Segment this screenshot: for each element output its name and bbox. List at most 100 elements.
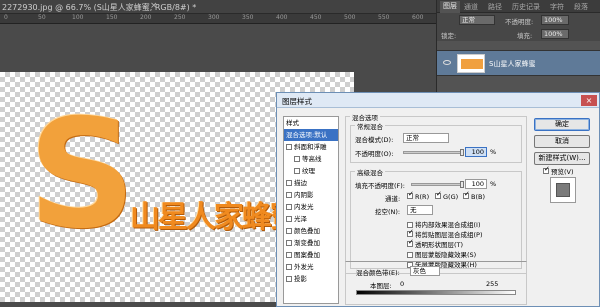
layer-opacity-field[interactable]: 100%: [541, 15, 569, 25]
style-item-label: 描边: [294, 179, 307, 187]
panel-tab[interactable]: 路径: [488, 2, 502, 12]
lock-fill-row: 锁定: 填充: 100%: [437, 27, 600, 41]
ruler-mark: 500: [344, 14, 356, 21]
style-item[interactable]: 内阴影: [284, 189, 338, 201]
knockout-select[interactable]: 无: [407, 205, 433, 215]
layer-name: S山星人家蜂蜜: [489, 60, 536, 68]
channels-label: 通道:: [385, 195, 401, 203]
layer-row[interactable]: S山星人家蜂蜜: [437, 50, 600, 76]
style-checkbox[interactable]: [286, 264, 292, 270]
style-item[interactable]: 斜面和浮雕: [284, 141, 338, 153]
ruler-mark: 0: [4, 14, 8, 21]
advanced-option-checkbox[interactable]: 将剪贴图层混合成组(P): [407, 229, 483, 239]
ruler-mark: 600: [412, 14, 424, 21]
blend-if-select[interactable]: 灰色: [410, 266, 440, 276]
eye-icon[interactable]: [443, 60, 451, 65]
layer-thumbnail: [457, 54, 485, 73]
new-style-button[interactable]: 新建样式(W)...: [534, 152, 590, 165]
fill-opacity-field[interactable]: 100: [465, 179, 487, 189]
panel-tab[interactable]: 通道: [464, 2, 478, 12]
advanced-blend-group: 高级混合 填充不透明度(F): 100 % 通道: R(R) G(G) B(B)…: [350, 167, 522, 269]
document-tab[interactable]: 2272930.jpg @ 66.7% (S山星人家蜂蜜, RGB/8#) * …: [0, 0, 436, 14]
ok-button[interactable]: 确定: [534, 118, 590, 131]
channel-b-checkbox[interactable]: B(B): [463, 193, 485, 201]
panel-tab[interactable]: 字符: [550, 2, 564, 12]
style-item[interactable]: 纹理: [284, 165, 338, 177]
layer-blend-mode-select[interactable]: 正常: [459, 15, 495, 25]
style-item-label: 颜色叠加: [294, 227, 320, 235]
advanced-option-checkbox[interactable]: 透明形状图层(T): [407, 239, 463, 249]
style-checkbox[interactable]: [294, 168, 300, 174]
channel-r-checkbox[interactable]: R(R): [407, 193, 429, 201]
horizontal-ruler: 0 50 100 150 200 250 300 350 400 450 500 550 600: [0, 14, 436, 24]
ruler-mark: 300: [208, 14, 220, 21]
style-item-label: 斜面和浮雕: [294, 143, 327, 151]
style-item[interactable]: 等高线: [284, 153, 338, 165]
panel-tab[interactable]: 图层: [440, 1, 460, 13]
photoshop-window: 2272930.jpg @ 66.7% (S山星人家蜂蜜, RGB/8#) * …: [0, 0, 600, 307]
this-layer-gradient[interactable]: [356, 290, 516, 295]
layer-fill-label: 填充:: [517, 32, 533, 40]
ruler-mark: 350: [242, 14, 254, 21]
layer-opacity-label: 不透明度:: [505, 18, 534, 26]
layer-fill-field[interactable]: 100%: [541, 29, 569, 39]
advanced-blend-title: 高级混合: [355, 167, 385, 177]
ruler-mark: 50: [38, 14, 46, 21]
blend-options-group: 混合选项 常规混合 混合模式(D): 正常 不透明度(O): 100 % 高级混…: [345, 112, 527, 274]
style-item[interactable]: 外发光: [284, 261, 338, 273]
layer-style-dialog: 图层样式 × 样式 混合选项:默认 斜面和浮雕 等高线 纹理 描边 内阴影 内发光 光泽 颜色叠加…: [276, 92, 600, 307]
style-checkbox[interactable]: [286, 180, 292, 186]
artwork-big-letter: S: [28, 88, 137, 262]
advanced-option-checkbox[interactable]: 图层蒙版隐藏效果(S): [407, 249, 476, 259]
styles-list: 样式混合选项:默认斜面和浮雕等高线纹理描边内阴影 内发光光泽颜色叠加渐变叠加图案叠…: [283, 116, 339, 304]
style-item[interactable]: 描边: [284, 177, 338, 189]
panel-tab[interactable]: 历史记录: [512, 2, 540, 12]
style-checkbox[interactable]: [286, 216, 292, 222]
panel-tab[interactable]: 段落: [574, 2, 588, 12]
artwork-text: 山星人家蜂蜜: [130, 200, 300, 235]
opacity-field[interactable]: 100: [465, 147, 487, 157]
style-item-label: 渐变叠加: [294, 239, 320, 247]
style-item[interactable]: 渐变叠加: [284, 237, 338, 249]
this-layer-label: 本图层:: [370, 282, 392, 290]
style-item[interactable]: 光泽: [284, 213, 338, 225]
style-checkbox[interactable]: [286, 276, 292, 282]
style-checkbox[interactable]: [294, 156, 300, 162]
channel-g-checkbox[interactable]: G(G): [435, 193, 458, 201]
blend-if-label: 混合颜色带(E):: [356, 269, 400, 277]
dialog-close-button[interactable]: ×: [581, 95, 597, 106]
ruler-mark: 250: [174, 14, 186, 21]
lock-label: 锁定:: [441, 32, 457, 40]
style-item-label: 光泽: [294, 215, 307, 223]
style-item[interactable]: 混合选项:默认: [284, 129, 338, 141]
style-item-label: 混合选项:默认: [286, 131, 328, 139]
ruler-mark: 150: [106, 14, 118, 21]
style-item[interactable]: 投影: [284, 273, 338, 285]
blend-if-group: 混合颜色带(E): 灰色 本图层: 0 255: [345, 261, 527, 305]
style-checkbox[interactable]: [286, 204, 292, 210]
ruler-mark: 450: [310, 14, 322, 21]
advanced-option-checkbox[interactable]: 将内部效果混合成组(I): [407, 219, 481, 229]
style-checkbox[interactable]: [286, 228, 292, 234]
style-item[interactable]: 内发光: [284, 201, 338, 213]
blend-mode-select[interactable]: 正常: [403, 133, 449, 143]
style-item[interactable]: 图案叠加: [284, 249, 338, 261]
panel-tabs: 图层 通道 路径 历史记录 字符 段落: [437, 0, 600, 13]
style-checkbox[interactable]: [286, 192, 292, 198]
style-item[interactable]: 样式: [284, 117, 338, 129]
style-checkbox[interactable]: [286, 252, 292, 258]
cancel-button[interactable]: 取消: [534, 135, 590, 148]
general-blend-group: 常规混合 混合模式(D): 正常 不透明度(O): 100 %: [350, 121, 522, 163]
ruler-mark: 400: [276, 14, 288, 21]
fill-opacity-label: 填充不透明度(F):: [355, 182, 406, 190]
opacity-slider[interactable]: [403, 149, 464, 156]
style-item-label: 纹理: [302, 167, 315, 175]
close-document-icon[interactable]: ×: [150, 1, 158, 11]
style-item[interactable]: 颜色叠加: [284, 225, 338, 237]
style-checkbox[interactable]: [286, 144, 292, 150]
preview-checkbox[interactable]: 预览(V): [543, 166, 574, 176]
style-checkbox[interactable]: [286, 240, 292, 246]
fill-opacity-slider[interactable]: [411, 181, 464, 188]
opacity-label: 不透明度(O):: [355, 150, 394, 158]
this-layer-high: 255: [486, 280, 499, 288]
